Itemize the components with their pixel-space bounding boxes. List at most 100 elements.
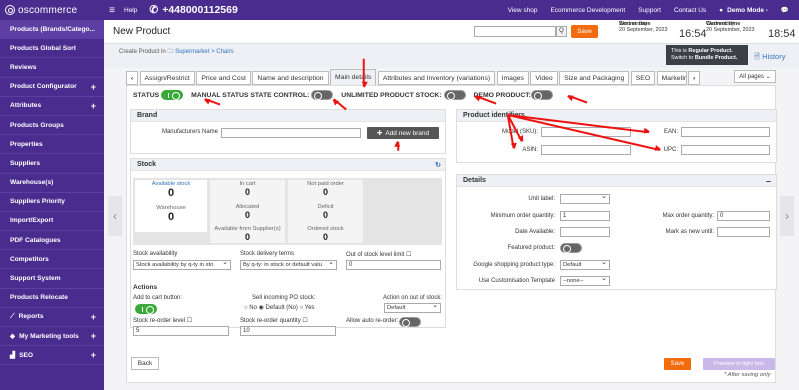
- unlimited-stock-toggle[interactable]: [443, 90, 466, 100]
- user-menu[interactable]: ● Demo Mode -: [719, 7, 768, 14]
- product-type-tooltip[interactable]: This is Regular Product. Switch to Bundl…: [666, 45, 748, 65]
- mark-new-input[interactable]: [717, 227, 770, 237]
- save-button[interactable]: Save: [571, 25, 598, 38]
- tabs-next-button[interactable]: ›: [688, 71, 701, 85]
- status-toggle[interactable]: [161, 90, 184, 100]
- asin-input[interactable]: [541, 145, 631, 155]
- max-qty-label: Max order quantity:: [662, 213, 714, 219]
- save-bottom-button[interactable]: Save: [664, 358, 691, 370]
- sidebar-item-seo[interactable]: ▟ SEO +: [0, 346, 104, 366]
- sidebar-item-reports[interactable]: ⟋ Reports +: [0, 308, 104, 327]
- sidebar-item-products-global-sort[interactable]: Products Global Sort: [0, 39, 104, 59]
- manufacturers-input[interactable]: [221, 128, 361, 138]
- tab-main-details[interactable]: Main details: [330, 69, 377, 85]
- add-new-brand-button[interactable]: ✚ Add new brand: [367, 127, 439, 139]
- oscommerce-logo[interactable]: oscommerce: [0, 0, 104, 20]
- sidebar-item-properties[interactable]: Properties: [0, 135, 104, 155]
- auto-reorder-toggle[interactable]: [399, 317, 421, 327]
- sidebar-item-products-relocate[interactable]: Products Relocate: [0, 289, 104, 308]
- prev-page-arrow[interactable]: ‹: [108, 196, 122, 236]
- sidebar-item-reviews[interactable]: Reviews: [0, 58, 104, 78]
- status-row: STATUS MANUAL STATUS STATE CONTROL: UNLI…: [133, 90, 553, 100]
- back-button[interactable]: Back: [131, 357, 159, 370]
- auto-reorder-label: Allow auto re-order:: [346, 318, 399, 324]
- tabs-prev-button[interactable]: ‹: [126, 71, 138, 85]
- tab-attributes-inventory[interactable]: Attributes and Inventory (variations): [377, 71, 496, 85]
- reorder-qty-checkbox[interactable]: ☐: [302, 318, 307, 324]
- deficit: Deficit 0: [317, 204, 334, 220]
- out-of-stock-limit-input[interactable]: 0: [346, 260, 441, 270]
- radio-default[interactable]: ◉ Default (No): [259, 305, 298, 311]
- action-out-of-stock-select[interactable]: Default: [384, 302, 441, 313]
- contact-us-link[interactable]: Contact Us: [674, 7, 706, 14]
- chat-icon[interactable]: 💬: [781, 6, 789, 14]
- page-title: New Product: [113, 26, 171, 37]
- tab-video[interactable]: Video: [530, 71, 558, 85]
- unit-label-select[interactable]: [560, 193, 610, 204]
- reorder-level-input[interactable]: 5: [133, 326, 229, 336]
- refresh-icon[interactable]: ↻: [435, 161, 441, 169]
- view-shop-link[interactable]: View shop: [508, 7, 538, 14]
- tab-size-and-packaging[interactable]: Size and Packaging: [559, 71, 630, 85]
- stock-availability-select[interactable]: Stock availability by q-ty in sto: [133, 259, 231, 270]
- phone-number[interactable]: ✆ +448000112569: [149, 4, 237, 16]
- sidebar: Products (Brands/Catego... Products Glob…: [0, 20, 104, 390]
- tab-assign-restrict[interactable]: Assign/Restrict: [139, 71, 195, 85]
- limit-checkbox[interactable]: ☐: [406, 252, 411, 258]
- help-link[interactable]: Help: [124, 7, 137, 14]
- sell-po-radio-group: ○ No ◉ Default (No) ○ Yes: [244, 304, 315, 311]
- date-available-input[interactable]: [560, 227, 610, 237]
- sidebar-item-product-configurator[interactable]: Product Configurator +: [0, 78, 104, 97]
- tab-marketing[interactable]: Marketing: [656, 71, 687, 85]
- all-pages-dropdown[interactable]: All pages ⌄: [734, 70, 776, 83]
- support-link[interactable]: Support: [638, 7, 661, 14]
- tab-images[interactable]: Images: [496, 71, 529, 85]
- upc-input[interactable]: [681, 145, 770, 155]
- sidebar-item-competitors[interactable]: Competitors: [0, 250, 104, 270]
- reorder-qty-input[interactable]: 10: [240, 326, 336, 336]
- sidebar-item-suppliers[interactable]: Suppliers: [0, 154, 104, 174]
- next-page-arrow[interactable]: ›: [780, 196, 794, 236]
- search-button[interactable]: Q: [556, 26, 567, 37]
- customisation-select[interactable]: --none--: [560, 275, 610, 286]
- featured-toggle[interactable]: [560, 243, 582, 253]
- sidebar-item-products-groups[interactable]: Products Groups: [0, 116, 104, 136]
- search-input[interactable]: [474, 26, 556, 37]
- radio-yes[interactable]: ○ Yes: [300, 305, 315, 311]
- collapse-icon[interactable]: –: [766, 176, 771, 186]
- preview-lightbox-button[interactable]: Preview in light box: [703, 358, 775, 370]
- brand-title: Brand: [131, 110, 445, 122]
- tab-price-and-cost[interactable]: Price and Cost: [196, 71, 251, 85]
- logo-icon: [5, 5, 15, 15]
- megaphone-icon: ◆: [10, 333, 16, 341]
- google-type-select[interactable]: Default: [560, 259, 610, 270]
- sidebar-item-products[interactable]: Products (Brands/Catego...: [0, 20, 104, 40]
- sidebar-item-pdf-catalogues[interactable]: PDF Catalogues: [0, 231, 104, 251]
- stock-availability-label: Stock availability: [133, 251, 178, 257]
- sidebar-item-attributes[interactable]: Attributes +: [0, 97, 104, 116]
- sidebar-item-marketing-tools[interactable]: ◆ My Marketing tools +: [0, 327, 104, 347]
- asin-label: ASIN:: [522, 147, 538, 153]
- sidebar-item-import-export[interactable]: Import/Export: [0, 212, 104, 232]
- sidebar-item-suppliers-priority[interactable]: Suppliers Priority: [0, 193, 104, 212]
- manual-status-toggle[interactable]: [311, 90, 334, 100]
- tab-name-and-description[interactable]: Name and description: [252, 71, 329, 85]
- ecommerce-development-link[interactable]: Ecommerce Development: [550, 7, 625, 14]
- max-qty-input[interactable]: 0: [717, 211, 770, 221]
- sidebar-item-warehouses[interactable]: Warehouse(s): [0, 174, 104, 193]
- demo-product-toggle[interactable]: [530, 90, 553, 100]
- plus-icon: ✚: [376, 130, 383, 137]
- ean-input[interactable]: [681, 127, 770, 137]
- add-to-cart-toggle[interactable]: [135, 304, 157, 314]
- radio-no[interactable]: ○ No: [244, 305, 257, 311]
- stock-delivery-select[interactable]: By q-ty: in stock or default valu: [240, 259, 337, 270]
- mark-new-label: Mark as new until:: [665, 229, 714, 235]
- min-qty-input[interactable]: 1: [560, 211, 610, 221]
- history-link[interactable]: 🗎 History: [754, 51, 785, 64]
- sidebar-item-support-system[interactable]: Support System: [0, 269, 104, 289]
- tab-seo[interactable]: SEO: [630, 71, 656, 85]
- hamburger-menu-icon[interactable]: ≡: [104, 5, 120, 16]
- reorder-level-checkbox[interactable]: ☐: [187, 318, 192, 324]
- allocated: Allocated 0: [235, 204, 260, 220]
- category-path-link[interactable]: Supermarket > Chairs: [175, 49, 234, 55]
